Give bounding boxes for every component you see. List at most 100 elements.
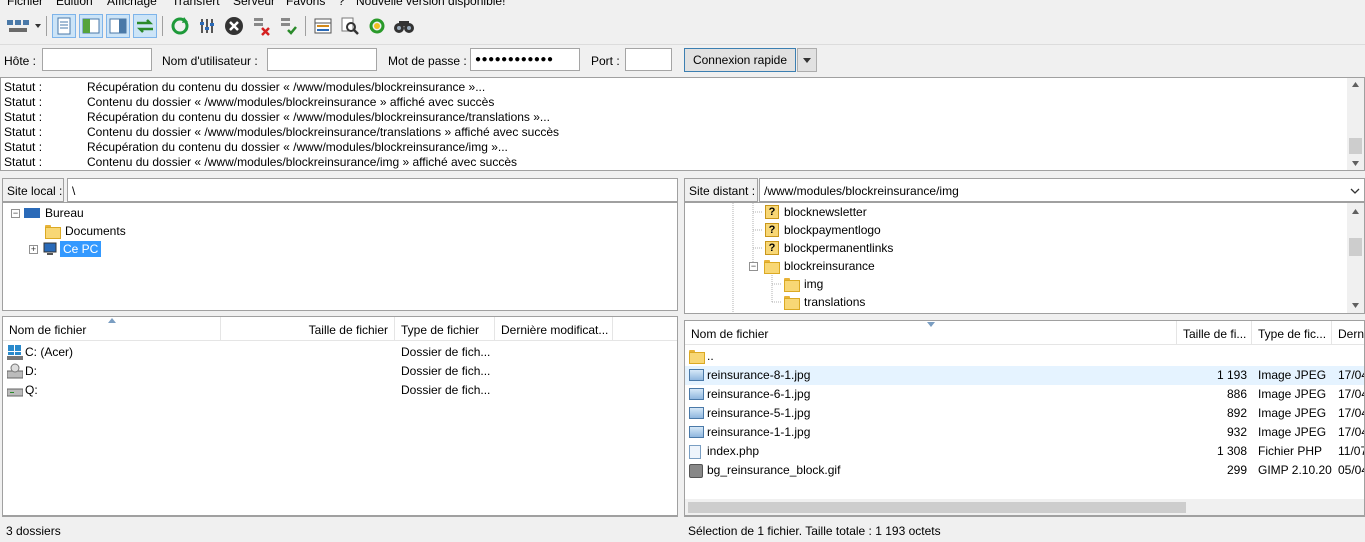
file-name: ..	[707, 349, 714, 363]
file-modified: 11/07	[1338, 444, 1364, 458]
compare-button[interactable]	[338, 14, 362, 38]
menu-fichier[interactable]: Fichier	[7, 0, 43, 8]
log-row: Statut : Contenu du dossier « /www/module…	[4, 155, 517, 170]
column-filesize[interactable]: Taille de fichier	[221, 317, 395, 341]
list-item[interactable]: ..	[685, 347, 1364, 366]
list-item[interactable]: Q: Dossier de fich...	[3, 381, 677, 400]
image-file-icon	[689, 407, 704, 419]
list-item[interactable]: C: (Acer) Dossier de fich...	[3, 343, 677, 362]
tree-item-blockpaymentlogo[interactable]: ? blockpaymentlogo	[765, 221, 881, 239]
refresh-button[interactable]	[168, 14, 192, 38]
filter-button[interactable]	[311, 14, 335, 38]
tree-item-ce-pc[interactable]: + Ce PC	[29, 240, 102, 258]
username-input[interactable]	[267, 48, 377, 71]
host-input[interactable]	[42, 48, 152, 71]
file-name: reinsurance-1-1.jpg	[707, 425, 811, 439]
toggle-local-tree-button[interactable]	[79, 14, 103, 38]
folder-icon	[784, 296, 800, 310]
search-remote-button[interactable]	[392, 14, 416, 38]
column-modified[interactable]: Derni	[1332, 321, 1364, 345]
list-item[interactable]: D: Dossier de fich...	[3, 362, 677, 381]
column-filetype[interactable]: Type de fichier	[395, 317, 495, 341]
remote-path-combo[interactable]: /www/modules/blockreinsurance/img	[759, 178, 1365, 202]
local-path-value: \	[72, 184, 76, 198]
port-input[interactable]	[625, 48, 672, 71]
file-modified: 17/04	[1338, 425, 1364, 439]
toggle-queue-button[interactable]	[133, 14, 157, 38]
menu-new-version[interactable]: Nouvelle version disponible!	[356, 0, 505, 8]
remote-path-value: /www/modules/blockreinsurance/img	[764, 184, 959, 198]
local-site-label: Site local :	[2, 178, 64, 202]
quickconnect-dropdown-button[interactable]	[797, 48, 817, 72]
sync-browse-button[interactable]	[365, 14, 389, 38]
site-manager-button[interactable]	[4, 14, 42, 38]
list-item[interactable]: reinsurance-6-1.jpg 886 Image JPEG 17/04	[685, 385, 1364, 404]
menu-edition[interactable]: Edition	[56, 0, 93, 8]
tree-item-label: blockpermanentlinks	[784, 241, 894, 255]
remote-tree[interactable]: ? blocknewsletter ? blockpaymentlogo ? b…	[684, 202, 1365, 314]
toggle-remote-tree-button[interactable]	[106, 14, 130, 38]
menu-favoris[interactable]: Favoris	[286, 0, 325, 8]
tree-item-blocknewsletter[interactable]: ? blocknewsletter	[765, 203, 867, 221]
local-tree[interactable]: − Bureau Documents + Ce PC	[2, 202, 678, 311]
cancel-button[interactable]	[222, 14, 246, 38]
windows-drive-icon	[7, 345, 23, 360]
list-item[interactable]: reinsurance-5-1.jpg 892 Image JPEG 17/04	[685, 404, 1364, 423]
remote-list-hscrollbar[interactable]	[685, 499, 1364, 515]
list-item[interactable]: reinsurance-1-1.jpg 932 Image JPEG 17/04	[685, 423, 1364, 442]
tree-item-translations[interactable]: translations	[784, 293, 865, 311]
file-type: Image JPEG	[1258, 387, 1327, 401]
tree-item-label: blockpaymentlogo	[784, 223, 881, 237]
disconnect-icon	[254, 18, 270, 36]
expand-icon[interactable]: +	[29, 244, 38, 254]
column-filetype[interactable]: Type de fic...	[1252, 321, 1332, 345]
cancel-icon	[225, 17, 243, 35]
quickconnect-button[interactable]: Connexion rapide	[684, 48, 796, 72]
tree-item-bureau[interactable]: − Bureau	[11, 204, 84, 222]
image-file-icon	[689, 388, 704, 400]
log-message: Récupération du contenu du dossier « /ww…	[87, 80, 486, 94]
collapse-icon[interactable]: −	[11, 208, 20, 218]
tree-item-blockreinsurance[interactable]: − blockreinsurance	[749, 257, 875, 275]
disconnect-button[interactable]	[249, 14, 273, 38]
menu-affichage[interactable]: Affichage	[107, 0, 157, 8]
menu-transfert[interactable]: Transfert	[172, 0, 220, 8]
remote-path-bar: Site distant : /www/modules/blockreinsur…	[684, 178, 1365, 202]
log-message: Contenu du dossier « /www/modules/blockr…	[87, 125, 560, 139]
filter-icon	[314, 18, 332, 34]
tree-item-label: img	[804, 277, 824, 291]
toggle-log-button[interactable]	[52, 14, 76, 38]
gimp-file-icon	[689, 464, 703, 478]
host-label: Hôte :	[4, 54, 37, 68]
menu-help[interactable]: ?	[338, 0, 345, 8]
remote-tree-scrollbar[interactable]	[1347, 203, 1364, 313]
log-row: Statut : Contenu du dossier « /www/module…	[4, 95, 494, 110]
log-scrollbar[interactable]	[1347, 78, 1364, 170]
reconnect-button[interactable]	[276, 14, 300, 38]
tree-item-blockpermanentlinks[interactable]: ? blockpermanentlinks	[765, 239, 893, 257]
tree-item-label: blockreinsurance	[784, 259, 875, 273]
computer-icon	[43, 242, 57, 255]
optical-drive-icon	[7, 363, 23, 379]
password-input[interactable]: ●●●●●●●●●●●●	[470, 48, 580, 71]
port-label: Port :	[591, 54, 620, 68]
process-queue-button[interactable]	[195, 14, 219, 38]
local-file-list[interactable]: Nom de fichier Taille de fichier Type de…	[2, 316, 678, 516]
list-item[interactable]: reinsurance-8-1.jpg 1 193 Image JPEG 17/04	[685, 366, 1364, 385]
column-modified[interactable]: Dernière modificat...	[495, 317, 613, 341]
file-name: Q:	[25, 383, 38, 397]
log-status-key: Statut :	[4, 140, 43, 154]
list-item[interactable]: bg_reinsurance_block.gif 299 GIMP 2.10.20 0…	[685, 461, 1364, 480]
sort-down-icon	[927, 322, 935, 327]
collapse-icon[interactable]: −	[749, 261, 758, 271]
list-item[interactable]: index.php 1 308 Fichier PHP 11/07	[685, 442, 1364, 461]
column-filesize[interactable]: Taille de fi...	[1177, 321, 1252, 345]
local-path-combo[interactable]: \	[67, 178, 678, 202]
site-manager-icon	[7, 20, 41, 32]
menu-serveur[interactable]: Serveur	[233, 0, 275, 8]
remote-file-list[interactable]: Nom de fichier Taille de fi... Type de f…	[684, 320, 1365, 516]
message-log[interactable]: Statut : Récupération du contenu du dossi…	[0, 77, 1365, 171]
file-type: Image JPEG	[1258, 425, 1327, 439]
tree-item-img[interactable]: img	[784, 275, 823, 293]
tree-item-documents[interactable]: Documents	[45, 222, 126, 240]
